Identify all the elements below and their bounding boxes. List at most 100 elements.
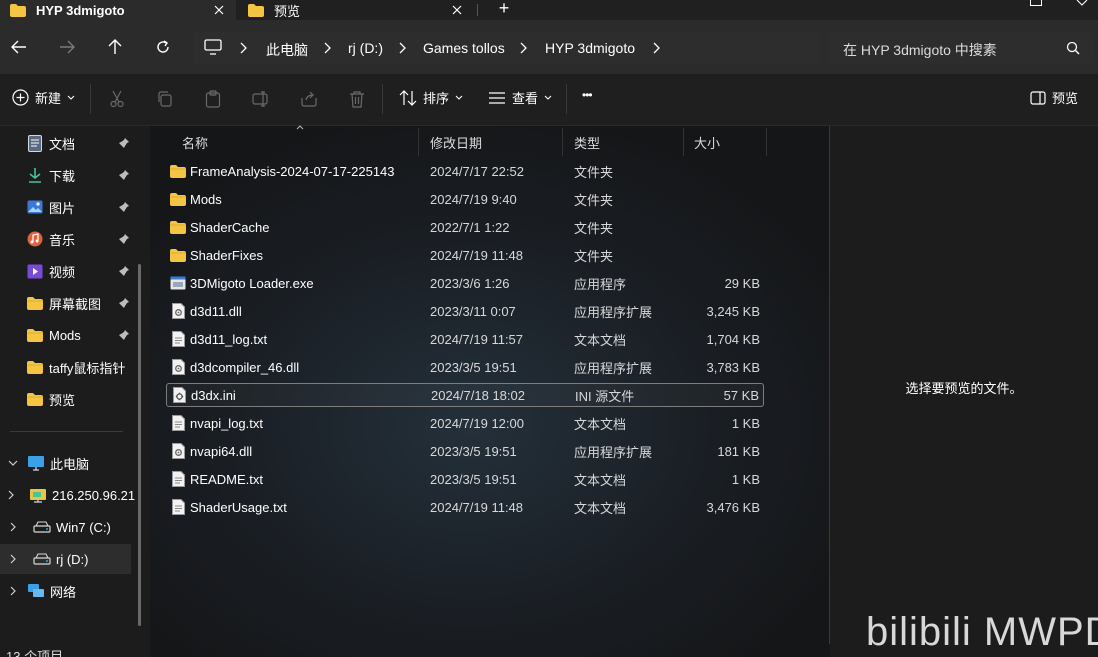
refresh-button[interactable] <box>152 36 174 58</box>
sort-button[interactable]: 排序 <box>399 88 463 107</box>
pin-icon[interactable] <box>118 233 130 245</box>
chevron-right-icon[interactable] <box>651 42 661 54</box>
chevron-down-icon[interactable] <box>7 457 19 469</box>
sort-ascending-icon <box>296 124 304 130</box>
file-row[interactable]: FrameAnalysis-2024-07-17-225143 2024/7/17… <box>166 159 764 183</box>
file-row[interactable]: ShaderCache 2022/7/1 1:22 文件夹 <box>166 215 764 239</box>
sidebar-item[interactable]: 预览 <box>0 384 142 414</box>
share-icon[interactable] <box>299 88 319 110</box>
new-tab-button[interactable]: + <box>494 0 514 18</box>
breadcrumb-drive-d[interactable]: rj (D:) <box>348 40 383 56</box>
sidebar-scrollbar[interactable] <box>138 264 141 626</box>
column-header-type[interactable]: 类型 <box>574 133 600 152</box>
preview-pane-button[interactable]: 预览 <box>1030 88 1078 107</box>
file-row[interactable]: d3dcompiler_46.dll 2023/3/5 19:51 应用程序扩展 3,… <box>166 355 764 379</box>
sidebar-item[interactable]: 音乐 <box>0 224 142 254</box>
pictures-icon <box>26 198 44 216</box>
file-date: 2023/3/11 0:07 <box>430 303 516 319</box>
sidebar-item[interactable]: taffy鼠标指针 <box>0 352 142 382</box>
file-row[interactable]: d3dx.ini 2024/7/18 18:02 INI 源文件 57 KB <box>166 383 764 407</box>
column-separator[interactable] <box>418 128 419 156</box>
paste-icon[interactable] <box>203 88 223 110</box>
file-row[interactable]: ShaderFixes 2024/7/19 11:48 文件夹 <box>166 243 764 267</box>
pin-icon[interactable] <box>118 201 130 213</box>
new-button[interactable]: 新建 <box>12 88 75 107</box>
maximize-icon[interactable] <box>1030 0 1042 6</box>
exe-icon <box>170 275 186 291</box>
chevron-right-icon[interactable] <box>518 42 528 54</box>
tab-hyp-3dmigoto[interactable]: HYP 3dmigoto <box>0 0 236 20</box>
monitor-icon <box>204 39 222 55</box>
file-date: 2023/3/6 1:26 <box>430 275 510 291</box>
file-row[interactable]: nvapi64.dll 2023/3/5 19:51 应用程序扩展 181 KB <box>166 439 764 463</box>
tree-item[interactable]: 此电脑 <box>0 448 131 478</box>
file-type: 文本文档 <box>574 500 627 516</box>
sidebar-item[interactable]: Mods <box>0 320 142 350</box>
file-row[interactable]: Mods 2024/7/19 9:40 文件夹 <box>166 187 764 211</box>
close-tab-icon[interactable] <box>210 1 228 19</box>
close-tab-icon[interactable] <box>448 1 466 19</box>
sidebar-item[interactable]: 下载 <box>0 160 142 190</box>
more-options-button[interactable]: ••• <box>582 88 593 102</box>
chevron-right-icon[interactable] <box>238 42 248 54</box>
dll-icon <box>170 303 186 319</box>
pin-icon[interactable] <box>118 265 130 277</box>
breadcrumb-hyp-3dmigoto[interactable]: HYP 3dmigoto <box>545 40 635 56</box>
column-header-size[interactable]: 大小 <box>694 133 720 152</box>
pin-icon[interactable] <box>118 329 130 341</box>
rename-icon[interactable] <box>251 88 271 110</box>
breadcrumb-this-pc[interactable]: 此电脑 <box>266 40 308 60</box>
tab-preview[interactable]: 预览 <box>238 0 474 20</box>
chevron-right-icon[interactable] <box>7 489 15 501</box>
text-file-icon <box>170 471 186 487</box>
view-button[interactable]: 查看 <box>488 88 552 107</box>
sort-label: 排序 <box>423 91 450 106</box>
chevron-right-icon[interactable] <box>7 521 19 533</box>
file-row[interactable]: 3DMigoto Loader.exe 2023/3/6 1:26 应用程序 29 K… <box>166 271 764 295</box>
sidebar-item[interactable]: 屏幕截图 <box>0 288 142 318</box>
back-button[interactable] <box>8 36 30 58</box>
dll-icon <box>170 443 186 459</box>
file-row[interactable]: README.txt 2023/3/5 19:51 文本文档 1 KB <box>166 467 764 491</box>
chevron-down-icon <box>455 95 463 101</box>
text-file-icon <box>170 499 186 515</box>
file-row[interactable]: d3d11.dll 2023/3/11 0:07 应用程序扩展 3,245 KB <box>166 299 764 323</box>
sidebar-item[interactable]: 文档 <box>0 128 142 158</box>
up-button[interactable] <box>104 36 126 58</box>
close-window-icon[interactable] <box>1076 0 1088 6</box>
column-header-date[interactable]: 修改日期 <box>430 133 482 152</box>
tree-item[interactable]: 216.250.96.21 <box>0 480 135 510</box>
file-type: INI 源文件 <box>575 388 635 404</box>
sidebar-item[interactable]: 视频 <box>0 256 142 286</box>
network-drive-icon <box>29 486 47 504</box>
cut-icon[interactable] <box>107 88 127 110</box>
chevron-right-icon[interactable] <box>7 553 19 565</box>
chevron-right-icon[interactable] <box>7 585 19 597</box>
tree-item[interactable]: Win7 (C:) <box>0 512 131 542</box>
chevron-right-icon[interactable] <box>322 42 332 54</box>
breadcrumb-games-tollos[interactable]: Games tollos <box>423 40 505 56</box>
column-separator[interactable] <box>562 128 563 156</box>
column-separator[interactable] <box>766 128 767 156</box>
forward-button[interactable] <box>56 36 78 58</box>
tree-item[interactable]: 网络 <box>0 576 131 606</box>
sidebar-item-label: 音乐 <box>49 232 76 248</box>
copy-icon[interactable] <box>155 88 175 110</box>
sidebar-item[interactable]: 图片 <box>0 192 142 222</box>
file-row[interactable]: nvapi_log.txt 2024/7/19 12:00 文本文档 1 KB <box>166 411 764 435</box>
tree-item[interactable]: rj (D:) <box>0 544 131 574</box>
tree-item-label: 216.250.96.21 <box>52 487 136 503</box>
column-separator[interactable] <box>683 128 684 156</box>
chevron-right-icon[interactable] <box>397 42 407 54</box>
pin-icon[interactable] <box>118 297 130 309</box>
file-name: ShaderFixes <box>190 247 263 263</box>
file-row[interactable]: d3d11_log.txt 2024/7/19 11:57 文本文档 1,704 KB <box>166 327 764 351</box>
delete-icon[interactable] <box>347 88 367 110</box>
file-size: 181 KB <box>717 443 760 459</box>
search-icon[interactable] <box>1066 41 1080 55</box>
pin-icon[interactable] <box>118 137 130 149</box>
video-icon <box>26 262 44 280</box>
pin-icon[interactable] <box>118 169 130 181</box>
column-header-name[interactable]: 名称 <box>182 133 208 152</box>
file-row[interactable]: ShaderUsage.txt 2024/7/19 11:48 文本文档 3,476 … <box>166 495 764 519</box>
